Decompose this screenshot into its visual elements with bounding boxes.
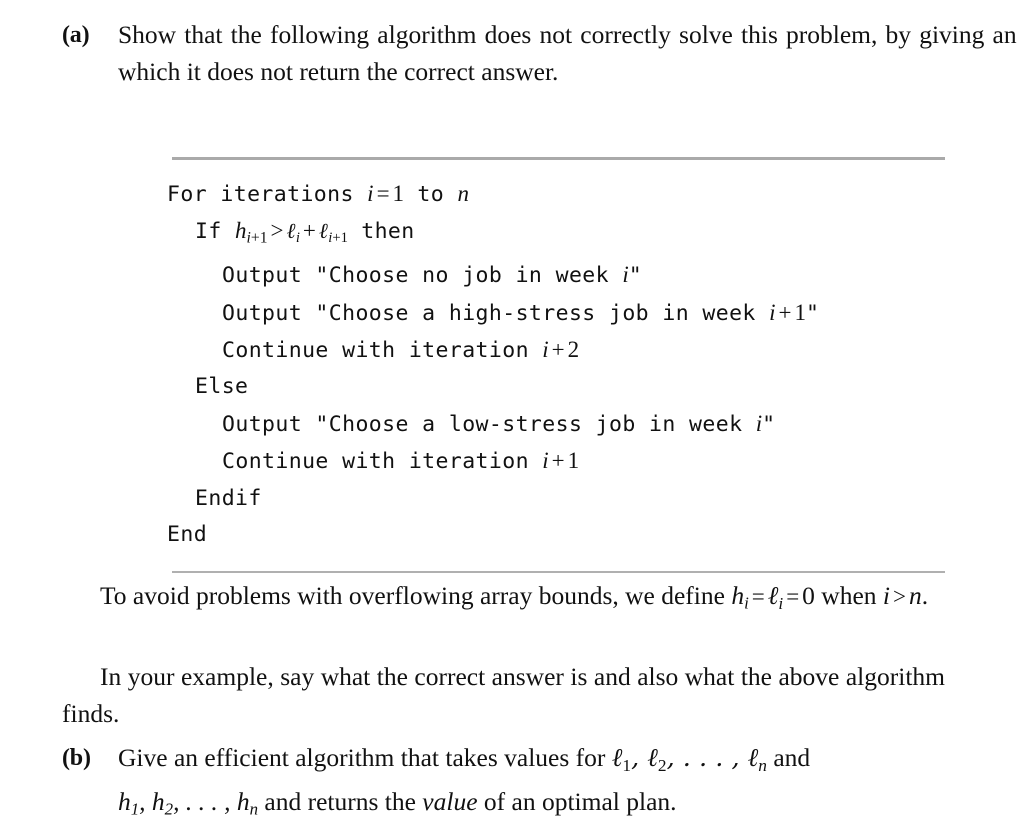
algorithm-block: For iterations i = 1 to n If hi+1 > ℓi + ℓi+1 … [0, 157, 1024, 574]
algorithm-line-continue-i2: Continue with iteration i +2 [222, 337, 580, 363]
algorithm-line-endif: Endif [195, 485, 262, 511]
algorithm-line-output-high-stress: Output "Choose a high-stress job in week… [222, 299, 820, 326]
algorithm-line-output-no-job: Output "Choose no job in week i" [222, 262, 643, 289]
item-label-a: (a) [62, 22, 90, 48]
item-a-text: Show that the following algorithm does n… [118, 20, 1024, 86]
algorithm-code: For iterations i = 1 to n If hi+1 > ℓi + ℓi+1 … [167, 176, 1024, 553]
algorithm-line-continue-i1: Continue with iteration i +1 [222, 448, 580, 475]
example-note-text: In your example, say what the correct an… [62, 662, 945, 728]
problem-item-b: (b) Give an efficient algorithm that tak… [0, 740, 1024, 829]
algorithm-bottom-rule [172, 571, 945, 574]
item-label-b: (b) [62, 745, 91, 771]
item-b-text-part2: and [766, 743, 811, 772]
item-b-text-part3: and returns the [258, 787, 423, 817]
problem-item-a: (a) Show that the following algorithm do… [0, 17, 1024, 90]
algorithm-line-for: For iterations i = 1 to n [167, 181, 469, 207]
algorithm-line-else: Else [195, 374, 249, 400]
item-b-text-part4: of an optimal plan. [477, 787, 677, 817]
algorithm-line-output-low-stress: Output "Choose a low-stress job in week … [222, 410, 776, 437]
overflow-note-paragraph: To avoid problems with overflowing array… [0, 578, 1024, 622]
document-page: (a) Show that the following algorithm do… [0, 0, 1024, 832]
example-note-paragraph: In your example, say what the correct an… [0, 659, 1024, 732]
item-b-math-h-sequence: h1, h2, . . . , hn [118, 787, 259, 820]
item-b-math-ell-sequence: ℓ1, ℓ2, . . . , ℓn [611, 743, 767, 775]
algorithm-line-if: If hi+1 > ℓi + ℓi+1 then [195, 218, 415, 247]
item-b-emphasis-value: value [422, 787, 478, 817]
item-b-text-part1: Give an efficient algorithm that takes v… [118, 743, 612, 772]
algorithm-top-rule [172, 157, 945, 160]
algorithm-line-end: End [167, 522, 208, 548]
overflow-note-text: To avoid problems with overflowing array… [100, 581, 929, 613]
